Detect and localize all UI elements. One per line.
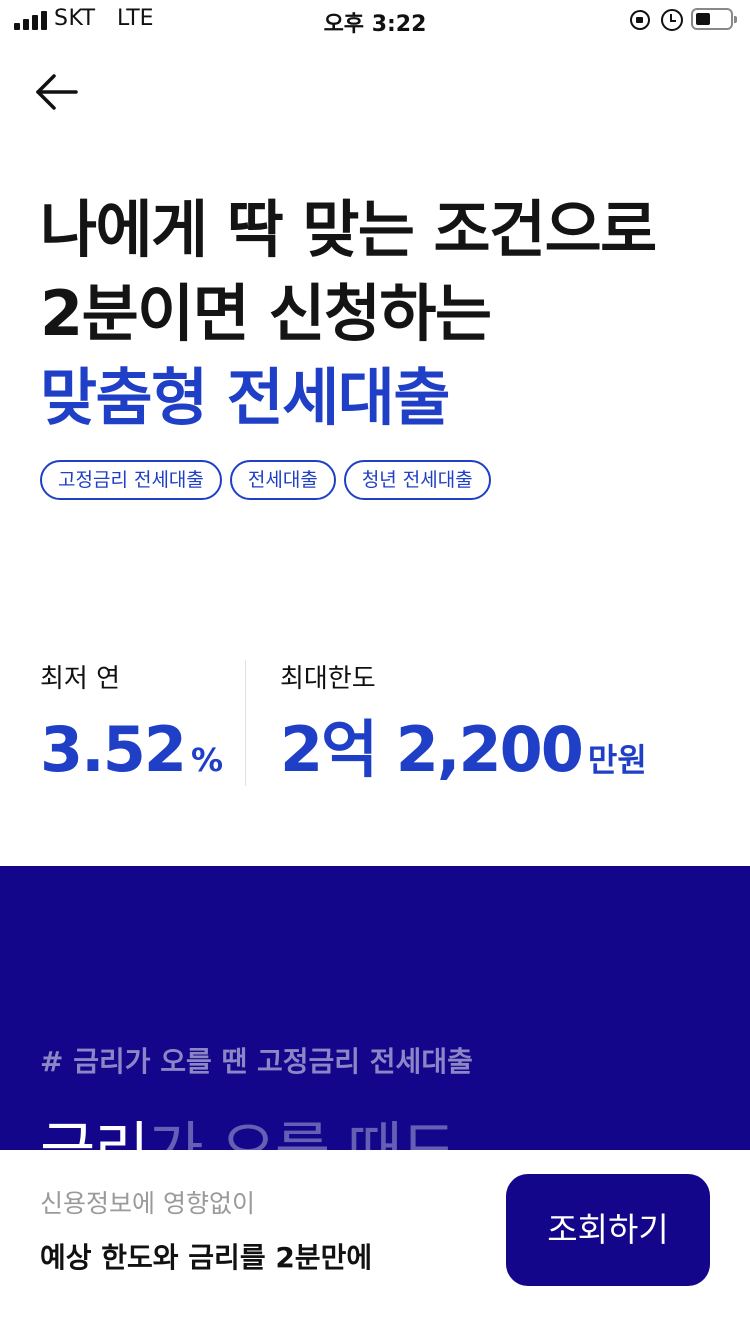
bottom-cta-bar: 신용정보에 영향없이 예상 한도와 금리를 2분만에 조회하기 — [0, 1150, 750, 1334]
headline-product-name: 맞춤형 전세대출 — [40, 361, 450, 434]
headline-line-1: 나에게 딱 맞는 조건으로 — [40, 193, 657, 266]
min-rate-stat: 최저 연 3.52% — [40, 660, 223, 788]
min-rate-number: 3.52 — [40, 713, 187, 786]
rotation-lock-icon — [630, 10, 650, 30]
battery-icon — [691, 8, 737, 30]
promo-hashtag: # 금리가 오를 땐 고정금리 전세대출 — [40, 1045, 473, 1078]
tag-youth-jeonse-loan[interactable]: 청년 전세대출 — [343, 460, 491, 500]
min-rate-value: 3.52% — [40, 712, 223, 788]
page-headline: 나에게 딱 맞는 조건으로 2분이면 신청하는 맞춤형 전세대출 — [40, 188, 720, 440]
max-limit-label: 최대한도 — [280, 664, 376, 694]
status-bar: SKT LTE 오후 3:22 — [0, 0, 750, 40]
min-rate-unit: % — [190, 741, 224, 779]
promo-heading: 금리가 오를 때도 — [40, 1102, 457, 1156]
tag-fixed-rate-jeonse-loan[interactable]: 고정금리 전세대출 — [40, 460, 222, 500]
keyword-tags: 고정금리 전세대출 전세대출 청년 전세대출 — [40, 460, 491, 500]
cta-title: 예상 한도와 금리를 2분만에 — [40, 1241, 373, 1274]
back-button[interactable] — [30, 66, 86, 118]
max-limit-unit: 만원 — [587, 741, 647, 779]
promo-banner: # 금리가 오를 땐 고정금리 전세대출 금리가 오를 때도 — [0, 866, 750, 1156]
alarm-clock-icon — [661, 9, 683, 31]
cta-subtitle: 신용정보에 영향없이 — [40, 1189, 255, 1218]
headline-line-2: 2분이면 신청하는 — [40, 277, 492, 350]
inquire-button[interactable]: 조회하기 — [506, 1174, 710, 1286]
max-limit-number: 2억 2,200 — [280, 713, 584, 786]
stat-divider — [245, 660, 246, 786]
max-limit-stat: 최대한도 2억 2,200 만원 — [280, 660, 647, 788]
max-limit-value: 2억 2,200 만원 — [280, 712, 647, 788]
tag-jeonse-loan[interactable]: 전세대출 — [229, 460, 336, 500]
arrow-left-icon — [36, 74, 78, 110]
min-rate-label: 최저 연 — [40, 664, 121, 694]
